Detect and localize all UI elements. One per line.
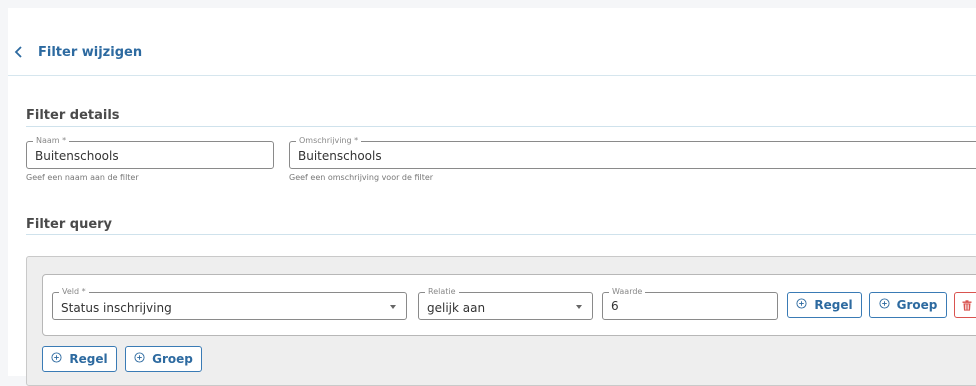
waarde-input[interactable]: Waarde 6	[602, 287, 778, 320]
add-rule-label: Regel	[814, 298, 853, 312]
divider	[26, 126, 976, 127]
page: Filter wijzigen Filter details Naam * Bu…	[8, 8, 976, 386]
add-rule-button[interactable]: Regel	[787, 292, 862, 318]
relatie-select[interactable]: Relatie gelijk aan	[418, 287, 593, 320]
omschrijving-hint: Geef een omschrijving voor de filter	[289, 173, 434, 182]
trash-icon	[962, 296, 972, 315]
add-group-button[interactable]: Groep	[125, 346, 202, 372]
add-group-button[interactable]: Groep	[869, 292, 947, 318]
plus-circle-icon	[879, 298, 890, 312]
waarde-value: 6	[611, 299, 619, 313]
veld-select[interactable]: Veld * Status inschrijving	[52, 287, 407, 320]
add-rule-button[interactable]: Regel	[42, 346, 117, 372]
veld-value: Status inschrijving	[61, 301, 172, 315]
omschrijving-field[interactable]: Omschrijving * Buitenschools	[289, 136, 976, 169]
naam-value: Buitenschools	[35, 149, 119, 163]
naam-hint: Geef een naam aan de filter	[26, 173, 139, 182]
relatie-label: Relatie	[425, 287, 459, 297]
chevron-left-icon	[14, 43, 24, 62]
omschrijving-value: Buitenschools	[298, 149, 382, 163]
section-title-details: Filter details	[26, 108, 120, 123]
add-rule-label: Regel	[69, 352, 108, 366]
page-title: Filter wijzigen	[38, 45, 143, 60]
veld-label: Veld *	[59, 287, 89, 297]
back-link[interactable]: Filter wijzigen	[14, 43, 142, 62]
section-title-query: Filter query	[26, 217, 113, 232]
page-header: Filter wijzigen	[8, 8, 976, 76]
add-group-label: Groep	[896, 298, 938, 312]
naam-field[interactable]: Naam * Buitenschools	[26, 136, 274, 169]
delete-rule-button[interactable]	[954, 292, 976, 318]
plus-circle-icon	[796, 298, 807, 312]
query-rule: Veld * Status inschrijving Relatie gelij…	[42, 274, 976, 336]
relatie-value: gelijk aan	[427, 301, 486, 315]
add-group-label: Groep	[152, 352, 193, 366]
naam-label: Naam *	[33, 136, 70, 146]
chevron-down-icon[interactable]	[390, 305, 396, 309]
plus-circle-icon	[134, 352, 145, 366]
chevron-down-icon[interactable]	[576, 305, 582, 309]
waarde-label: Waarde	[609, 287, 646, 297]
omschrijving-label: Omschrijving *	[296, 136, 362, 146]
query-group: Veld * Status inschrijving Relatie gelij…	[26, 256, 976, 386]
divider	[26, 234, 976, 235]
plus-circle-icon	[51, 352, 62, 366]
